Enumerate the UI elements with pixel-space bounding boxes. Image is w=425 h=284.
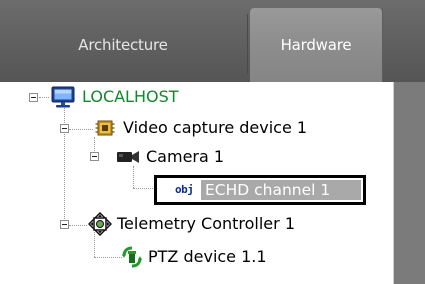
hardware-tree-panel: LOCALHOST Video capture device 1 Camera … <box>0 82 394 284</box>
tree-node-telemetry-controller[interactable]: Telemetry Controller 1 <box>87 211 295 237</box>
tree-node-camera[interactable]: Camera 1 <box>116 145 224 169</box>
tree-connector <box>94 257 122 258</box>
tree-connector <box>69 129 93 130</box>
tree-node-localhost[interactable]: LOCALHOST <box>50 85 179 109</box>
tree-connector <box>64 104 65 225</box>
tab-hardware[interactable]: Hardware <box>250 8 382 82</box>
ptz-device-icon <box>122 246 142 268</box>
tab-divider <box>247 14 248 74</box>
tree-node-label: PTZ device 1.1 <box>148 247 267 266</box>
tree-node-label: ECHD channel 1 <box>205 181 331 199</box>
tree-node-label: LOCALHOST <box>82 87 179 106</box>
tree-node-label: Video capture device 1 <box>123 118 308 137</box>
obj-icon: obj <box>175 183 194 196</box>
collapse-toggle-video-capture[interactable] <box>60 124 69 133</box>
tab-bar: Architecture Hardware <box>0 0 425 82</box>
tab-hardware-label: Hardware <box>280 36 352 54</box>
tree-node-label: Telemetry Controller 1 <box>117 214 295 233</box>
tree-connector <box>133 166 134 188</box>
tree-connector <box>39 97 49 98</box>
tab-architecture[interactable]: Architecture <box>0 8 246 82</box>
camera-icon <box>116 149 140 165</box>
tree-connector <box>69 225 87 226</box>
tab-architecture-label: Architecture <box>78 36 168 54</box>
server-monitor-icon <box>50 86 76 108</box>
tree-node-video-capture-device[interactable]: Video capture device 1 <box>95 116 307 140</box>
telemetry-controller-icon <box>87 211 113 237</box>
tree-node-echd-channel[interactable]: obj ECHD channel 1 <box>154 175 366 205</box>
hardware-tree: LOCALHOST Video capture device 1 Camera … <box>0 82 393 284</box>
collapse-toggle-localhost[interactable] <box>29 93 38 102</box>
collapse-toggle-telemetry[interactable] <box>60 220 69 229</box>
tab-edge <box>382 8 383 82</box>
tree-node-ptz-device[interactable]: PTZ device 1.1 <box>122 245 267 269</box>
tree-node-label: Camera 1 <box>146 147 225 166</box>
collapse-toggle-camera[interactable] <box>90 152 99 161</box>
capture-board-icon <box>95 118 115 138</box>
